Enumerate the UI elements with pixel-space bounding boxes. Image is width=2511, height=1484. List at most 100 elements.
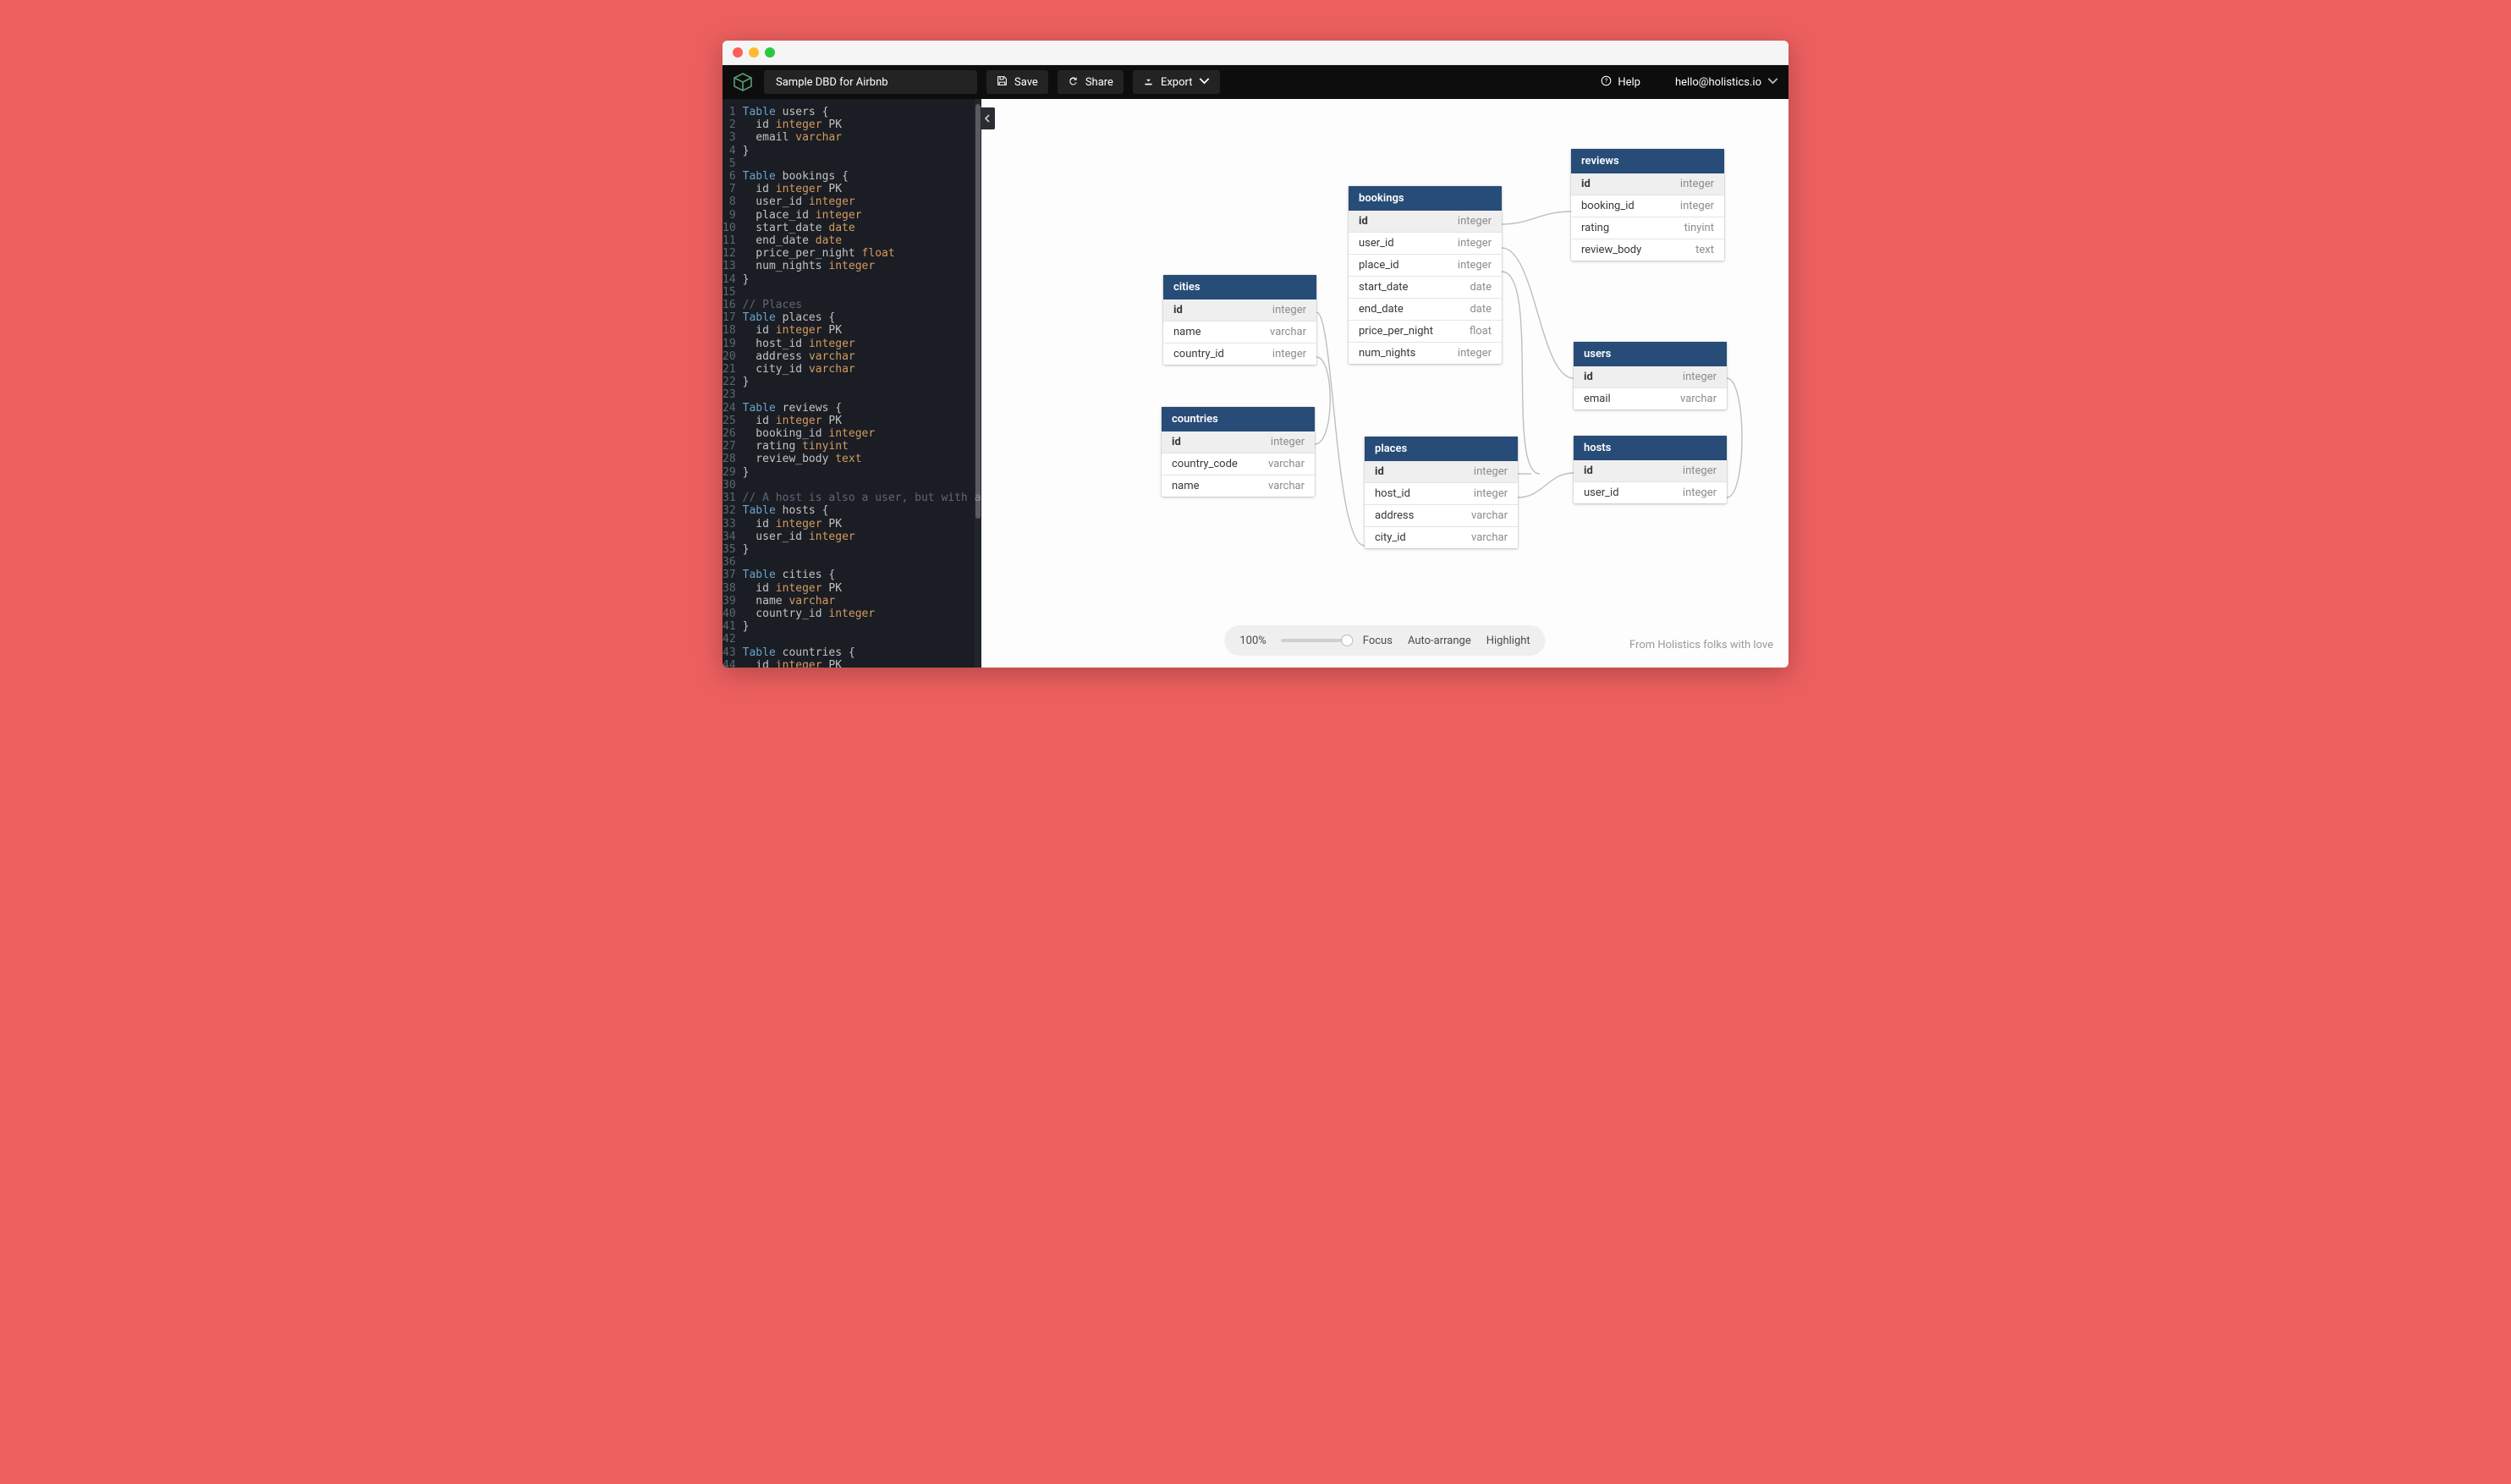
close-window-button[interactable]	[733, 47, 743, 58]
db-table-cities[interactable]: cities idintegernamevarcharcountry_idint…	[1163, 275, 1316, 365]
db-table-header[interactable]: countries	[1162, 407, 1315, 431]
column-row[interactable]: num_nightsinteger	[1349, 342, 1502, 364]
column-name: host_id	[1375, 487, 1410, 500]
column-row[interactable]: id integer	[1349, 211, 1502, 232]
zoom-slider[interactable]	[1282, 639, 1348, 642]
share-button[interactable]: Share	[1058, 70, 1124, 94]
column-row[interactable]: id integer	[1162, 431, 1315, 453]
collapse-editor-button[interactable]	[981, 107, 995, 129]
column-row[interactable]: place_idinteger	[1349, 254, 1502, 276]
column-type: text	[1695, 244, 1714, 256]
share-label: Share	[1085, 76, 1113, 89]
db-table-bookings[interactable]: bookings idintegeruser_idintegerplace_id…	[1349, 186, 1502, 364]
column-row[interactable]: booking_id integer	[1571, 195, 1724, 217]
column-type: integer	[1458, 215, 1492, 228]
column-row[interactable]: country_idinteger	[1163, 343, 1316, 365]
column-name: id	[1359, 215, 1368, 228]
column-name: id	[1581, 178, 1591, 190]
db-table-places[interactable]: places id integer host_id integer addressvar…	[1365, 437, 1518, 548]
focus-button[interactable]: Focus	[1363, 635, 1393, 647]
help-button[interactable]: ? Help	[1601, 75, 1640, 90]
minimize-window-button[interactable]	[749, 47, 759, 58]
column-type: integer	[1683, 464, 1717, 477]
column-row[interactable]: ratingtinyint	[1571, 217, 1724, 239]
column-name: start_date	[1359, 281, 1408, 294]
export-button[interactable]: Export	[1133, 70, 1221, 94]
column-row[interactable]: addressvarchar	[1365, 504, 1518, 526]
zoom-value: 100%	[1239, 635, 1266, 647]
column-row[interactable]: user_id integer	[1349, 232, 1502, 254]
column-name: user_id	[1359, 237, 1394, 250]
export-label: Export	[1161, 76, 1193, 89]
column-row[interactable]: idinteger	[1574, 366, 1727, 387]
diagram-selector[interactable]: Sample DBD for Airbnb	[764, 70, 977, 94]
maximize-window-button[interactable]	[765, 47, 775, 58]
code-content: Table users { id integer PK email varcha…	[743, 99, 981, 668]
db-table-header[interactable]: places	[1365, 437, 1518, 461]
highlight-button[interactable]: Highlight	[1486, 635, 1530, 647]
column-type: date	[1470, 303, 1492, 316]
column-type: varchar	[1270, 326, 1306, 338]
code-editor[interactable]: 1234567891011121314151617181920212223242…	[723, 99, 981, 668]
db-table-header[interactable]: hosts	[1574, 436, 1727, 460]
db-table-header[interactable]: cities	[1163, 275, 1316, 300]
toolbar: Sample DBD for Airbnb Save Share Export …	[723, 65, 1788, 99]
column-type: varchar	[1471, 531, 1508, 544]
column-type: date	[1470, 281, 1492, 294]
db-table-reviews[interactable]: reviews idinteger booking_id integer rating…	[1571, 149, 1724, 261]
diagram-canvas[interactable]: 100% Focus Auto-arrange Highlight From H…	[981, 99, 1788, 668]
column-type: tinyint	[1684, 222, 1714, 234]
auto-arrange-button[interactable]: Auto-arrange	[1408, 635, 1471, 647]
column-name: id	[1375, 465, 1384, 478]
column-row[interactable]: review_body text	[1571, 239, 1724, 261]
column-row[interactable]: start_date date	[1349, 276, 1502, 298]
column-name: email	[1584, 393, 1611, 405]
column-row[interactable]: namevarchar	[1163, 321, 1316, 343]
column-name: booking_id	[1581, 200, 1635, 212]
column-type: integer	[1458, 347, 1492, 360]
column-name: country_code	[1172, 458, 1238, 470]
db-table-countries[interactable]: countries id integer country_code varchar na…	[1162, 407, 1315, 497]
column-row[interactable]: email varchar	[1574, 387, 1727, 409]
column-name: name	[1172, 480, 1200, 492]
column-row[interactable]: namevarchar	[1162, 475, 1315, 497]
column-type: integer	[1683, 371, 1717, 383]
column-row[interactable]: idinteger	[1163, 300, 1316, 321]
scrollbar-thumb[interactable]	[975, 104, 981, 519]
db-table-header[interactable]: reviews	[1571, 149, 1724, 173]
column-type: integer	[1680, 200, 1714, 212]
save-button[interactable]: Save	[986, 70, 1048, 94]
download-icon	[1143, 75, 1154, 90]
column-row[interactable]: end_datedate	[1349, 298, 1502, 320]
column-row[interactable]: country_code varchar	[1162, 453, 1315, 475]
column-type: integer	[1474, 465, 1508, 478]
editor-scrollbar[interactable]	[975, 99, 981, 668]
save-label: Save	[1014, 76, 1038, 89]
db-table-header[interactable]: bookings	[1349, 186, 1502, 211]
column-type: integer	[1474, 487, 1508, 500]
app-window: Sample DBD for Airbnb Save Share Export …	[723, 41, 1788, 668]
column-row[interactable]: idinteger	[1574, 460, 1727, 481]
title-bar	[723, 41, 1788, 65]
user-menu[interactable]: hello@holistics.io	[1675, 75, 1778, 90]
column-type: varchar	[1680, 393, 1717, 405]
column-row[interactable]: host_id integer	[1365, 482, 1518, 504]
column-row[interactable]: idinteger	[1571, 173, 1724, 195]
column-type: varchar	[1268, 458, 1305, 470]
column-type: integer	[1458, 237, 1492, 250]
help-icon: ?	[1601, 75, 1612, 90]
column-name: id	[1172, 436, 1181, 448]
column-name: review_body	[1581, 244, 1641, 256]
column-row[interactable]: id integer	[1365, 461, 1518, 482]
column-type: integer	[1271, 436, 1305, 448]
column-row[interactable]: user_idinteger	[1574, 481, 1727, 503]
save-icon	[997, 75, 1008, 90]
column-row[interactable]: city_idvarchar	[1365, 526, 1518, 548]
zoom-slider-knob[interactable]	[1342, 635, 1354, 646]
db-table-hosts[interactable]: hosts idintegeruser_idinteger	[1574, 436, 1727, 503]
help-label: Help	[1618, 76, 1640, 89]
db-table-users[interactable]: users idinteger email varchar	[1574, 342, 1727, 409]
view-controls: 100% Focus Auto-arrange Highlight	[1224, 625, 1545, 656]
column-row[interactable]: price_per_nightfloat	[1349, 320, 1502, 342]
db-table-header[interactable]: users	[1574, 342, 1727, 366]
